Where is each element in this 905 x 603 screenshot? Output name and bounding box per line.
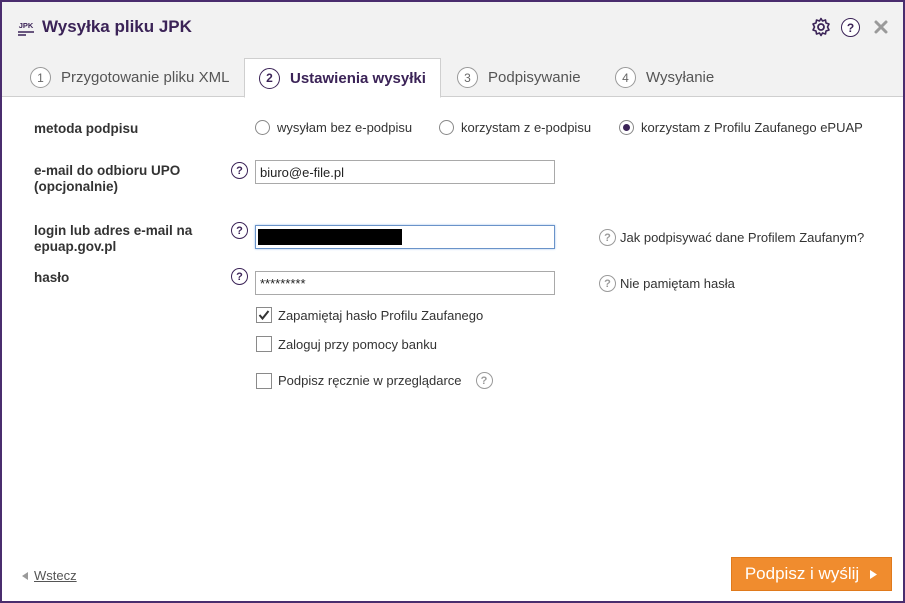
email-help-icon[interactable]: ? xyxy=(231,162,248,179)
radio-button-selected[interactable] xyxy=(619,120,634,135)
tab-podpisywanie[interactable]: 3 Podpisywanie xyxy=(457,58,581,97)
forgot-password-link[interactable]: ? Nie pamiętam hasła xyxy=(599,275,735,292)
submit-label: Podpisz i wyślij xyxy=(744,564,860,583)
login-field[interactable] xyxy=(255,225,555,249)
tab-label: Przygotowanie pliku XML xyxy=(61,69,230,86)
wizard-tabs: 1 Przygotowanie pliku XML 2 Ustawienia w… xyxy=(2,52,903,98)
help-icon[interactable]: ? xyxy=(841,18,860,37)
tab-number: 4 xyxy=(615,67,636,88)
checkbox-label: Zapamiętaj hasło Profilu Zaufanego xyxy=(278,307,484,323)
tab-ustawienia[interactable]: 2 Ustawienia wysyłki xyxy=(244,58,441,98)
radio-trusted-profile[interactable]: korzystam z Profilu Zaufanego ePUAP xyxy=(619,120,863,135)
help-link-text[interactable]: Nie pamiętam hasła xyxy=(620,276,735,291)
tab-przygotowanie[interactable]: 1 Przygotowanie pliku XML xyxy=(30,58,229,97)
help-link-text[interactable]: Jak podpisywać dane Profilem Zaufanym? xyxy=(620,230,864,245)
jpk-dialog-window: JPK Wysyłka pliku JPK ? 1 Przygotowanie … xyxy=(0,0,905,603)
radio-label: wysyłam bez e-podpisu xyxy=(277,120,413,135)
email-upo-field[interactable] xyxy=(255,160,555,184)
bank-login-checkbox-row[interactable]: Zaloguj przy pomocy banku xyxy=(256,336,437,352)
radio-label: korzystam z e-podpisu xyxy=(461,120,592,135)
password-field[interactable] xyxy=(255,271,555,295)
jpk-logo-icon: JPK xyxy=(18,21,34,36)
tab-wysylanie[interactable]: 4 Wysyłanie xyxy=(615,58,714,97)
manual-sign-help-icon[interactable]: ? xyxy=(475,372,493,389)
checkbox-label: Zaloguj przy pomocy banku xyxy=(278,336,437,352)
radio-button[interactable] xyxy=(255,120,270,135)
password-label: hasło xyxy=(34,270,70,285)
arrow-right-icon xyxy=(870,569,878,579)
checkmark-icon xyxy=(258,310,270,321)
checkbox-label: Podpisz ręcznie w przeglądarce xyxy=(278,373,462,388)
label-line: epuap.gov.pl xyxy=(34,239,117,254)
manual-sign-checkbox-row[interactable]: Podpisz ręcznie w przeglądarce ? xyxy=(256,372,493,389)
signature-method-label: metoda podpisu xyxy=(34,121,139,136)
checkbox[interactable] xyxy=(256,372,272,389)
label-line: (opcjonalnie) xyxy=(34,179,118,194)
trusted-profile-help-link[interactable]: ? Jak podpisywać dane Profilem Zaufanym? xyxy=(599,229,864,246)
label-line: e-mail do odbioru UPO xyxy=(34,163,181,178)
password-help-icon[interactable]: ? xyxy=(231,268,248,285)
checkbox-checked[interactable] xyxy=(256,307,272,323)
title-bar: JPK Wysyłka pliku JPK ? xyxy=(2,2,903,52)
tab-number: 1 xyxy=(30,67,51,88)
tab-number: 2 xyxy=(259,67,280,89)
gear-icon[interactable] xyxy=(811,17,831,37)
tab-number: 3 xyxy=(457,67,478,88)
sign-and-send-button[interactable]: Podpisz i wyślij xyxy=(731,557,892,591)
radio-button[interactable] xyxy=(439,120,454,135)
redacted-value xyxy=(258,229,402,245)
back-label: Wstecz xyxy=(34,568,77,583)
login-label: login lub adres e-mail na epuap.gov.pl xyxy=(34,223,192,255)
remember-password-checkbox-row[interactable]: Zapamiętaj hasło Profilu Zaufanego xyxy=(256,307,483,323)
help-icon: ? xyxy=(599,229,616,246)
close-icon[interactable] xyxy=(873,19,889,35)
radio-e-signature[interactable]: korzystam z e-podpisu xyxy=(439,120,591,135)
dialog-title: Wysyłka pliku JPK xyxy=(42,17,192,36)
svg-text:JPK: JPK xyxy=(19,21,34,30)
tab-label: Ustawienia wysyłki xyxy=(290,69,426,87)
arrow-left-icon xyxy=(22,571,28,580)
tab-label: Wysyłanie xyxy=(646,69,715,86)
help-icon: ? xyxy=(599,275,616,292)
radio-label: korzystam z Profilu Zaufanego ePUAP xyxy=(641,120,863,135)
email-upo-label: e-mail do odbioru UPO (opcjonalnie) xyxy=(34,163,180,195)
back-link[interactable]: Wstecz xyxy=(20,568,77,583)
checkbox[interactable] xyxy=(256,336,272,352)
login-help-icon[interactable]: ? xyxy=(231,222,248,239)
tab-label: Podpisywanie xyxy=(488,69,581,86)
radio-no-signature[interactable]: wysyłam bez e-podpisu xyxy=(255,120,412,135)
label-line: login lub adres e-mail na xyxy=(34,223,193,238)
